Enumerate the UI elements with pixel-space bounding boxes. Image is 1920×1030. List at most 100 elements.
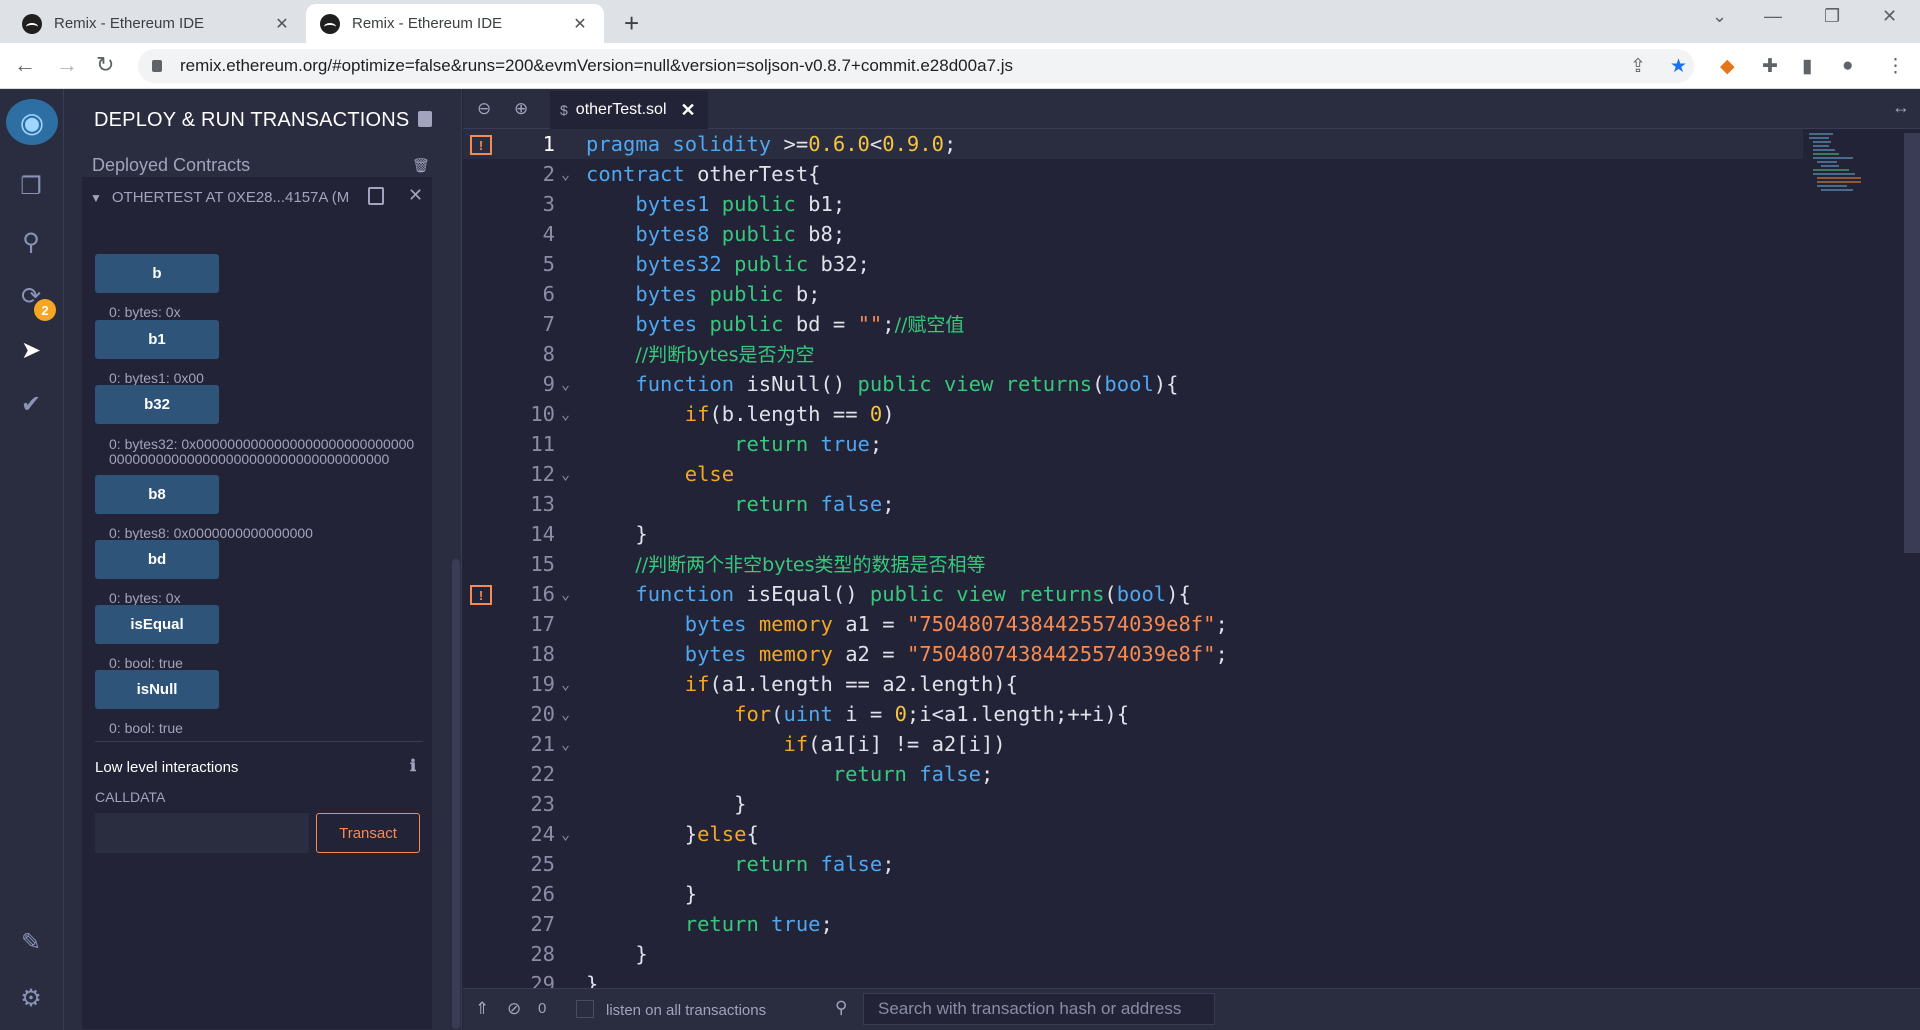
file-tab[interactable]: $ otherTest.sol ✕	[550, 91, 708, 129]
panel-title: DEPLOY & RUN TRANSACTIONS	[94, 109, 410, 131]
search-icon: ⚲	[835, 998, 848, 1017]
code-line: 11 return true;	[530, 432, 883, 456]
function-output: 0: bytes32: 0x00000000000000000000000000…	[109, 436, 415, 467]
tab-close-icon[interactable]: ✕	[570, 14, 590, 34]
warning-icon[interactable]: !	[470, 135, 492, 155]
function-button-b32[interactable]: b32	[95, 385, 219, 424]
forward-icon[interactable]: →	[56, 52, 78, 78]
remix-icon-panel: ◉ ❐ ⚲ ⟳ 2 ➤ ✔ ✎ ⚙	[0, 89, 64, 1030]
remix-favicon-icon	[320, 13, 340, 34]
back-icon[interactable]: ←	[14, 52, 36, 78]
function-output: 0: bool: true	[109, 655, 183, 671]
settings-gear-icon[interactable]: ⚙	[16, 983, 46, 1013]
code-minimap[interactable]	[1803, 129, 1920, 1005]
share-icon[interactable]: ⇪	[1630, 55, 1646, 78]
code-line: 19 ⌄ if(a1.length == a2.length){	[530, 672, 1018, 696]
code-line: 24 ⌄ }else{	[530, 822, 759, 846]
listen-checkbox[interactable]	[576, 1000, 594, 1018]
function-button-b[interactable]: b	[95, 254, 219, 293]
close-file-icon[interactable]: ✕	[681, 100, 696, 121]
documentation-icon[interactable]	[418, 111, 432, 127]
tab-close-icon[interactable]: ✕	[272, 14, 292, 34]
url-field[interactable]: remix.ethereum.org/#optimize=false&runs=…	[138, 49, 1694, 83]
minimap-line	[1809, 137, 1829, 139]
function-button-isEqual[interactable]: isEqual	[95, 605, 219, 644]
browser-tab-active[interactable]: Remix - Ethereum IDE ✕	[306, 4, 604, 43]
search-icon[interactable]: ⚲	[16, 227, 46, 257]
remix-logo-icon[interactable]: ◉	[6, 99, 58, 145]
expand-arrows-icon[interactable]: ↔	[1892, 97, 1910, 118]
file-tab-label: otherTest.sol	[575, 101, 667, 118]
reload-icon[interactable]: ↻	[96, 52, 114, 78]
code-line: 15 //判断两个非空bytes类型的数据是否相等	[530, 552, 986, 576]
metamask-fox-icon[interactable]: ◆	[1720, 55, 1735, 78]
function-button-bd[interactable]: bd	[95, 540, 219, 579]
function-output: 0: bool: true	[109, 720, 183, 736]
new-tab-button[interactable]: +	[624, 8, 639, 39]
clear-console-icon[interactable]: ⊘	[507, 999, 521, 1019]
calldata-label: CALLDATA	[95, 789, 166, 805]
minimap-line	[1813, 153, 1839, 155]
low-level-title: Low level interactions	[95, 759, 239, 776]
deploy-run-panel: DEPLOY & RUN TRANSACTIONS Deployed Contr…	[64, 89, 462, 1030]
lock-icon	[152, 60, 162, 72]
minimap-line	[1809, 133, 1833, 135]
instance-header[interactable]: ▼ OTHERTEST AT 0XE28...4157A (M	[90, 189, 349, 206]
minimap-line	[1813, 149, 1835, 151]
minimap-line	[1813, 157, 1853, 159]
editor-scrollbar[interactable]	[1904, 133, 1920, 553]
file-explorer-icon[interactable]: ❐	[16, 171, 46, 201]
code-line: 23 }	[530, 792, 747, 816]
transact-button[interactable]: Transact	[316, 813, 420, 853]
info-icon[interactable]: ℹ	[410, 756, 416, 776]
remove-instance-icon[interactable]: ✕	[408, 185, 423, 206]
tab-title: Remix - Ethereum IDE	[352, 15, 503, 32]
browser-tab[interactable]: Remix - Ethereum IDE ✕	[8, 4, 306, 43]
compiler-badge: 2	[34, 299, 56, 321]
code-line: 10 ⌄ if(b.length == 0)	[530, 402, 895, 426]
function-button-isNull[interactable]: isNull	[95, 670, 219, 709]
transaction-search-input[interactable]: Search with transaction hash or address	[863, 993, 1215, 1025]
code-line: 26 }	[530, 882, 698, 906]
warning-icon[interactable]: !	[470, 585, 492, 605]
minimize-icon[interactable]: —	[1764, 6, 1782, 27]
zoom-in-icon[interactable]: ⊕	[514, 99, 528, 119]
menu-dots-icon[interactable]: ⋮	[1886, 55, 1905, 78]
code-line: 12 ⌄ else	[530, 462, 735, 486]
editor-area: ⊖ ⊕ $ otherTest.sol ✕ ↔ 1 pragma solidity…	[463, 89, 1920, 1030]
minimap-line	[1817, 161, 1837, 163]
zoom-out-icon[interactable]: ⊖	[477, 99, 491, 119]
trash-icon[interactable]: 🗑	[412, 157, 430, 174]
window-close-icon[interactable]: ✕	[1882, 6, 1897, 27]
side-panel-icon[interactable]: ▮	[1802, 55, 1812, 78]
chevron-down-icon[interactable]: ▼	[90, 191, 102, 205]
divider	[95, 741, 423, 742]
deploy-run-icon[interactable]: ➤	[16, 335, 46, 365]
code-line: 1 pragma solidity >=0.6.0<0.9.0;	[463, 129, 1803, 159]
code-line: 6 bytes public b;	[542, 282, 821, 306]
minimap-line	[1817, 177, 1861, 179]
bookmark-star-icon[interactable]: ★	[1670, 55, 1687, 78]
tab-search-icon[interactable]: ⌄	[1712, 6, 1727, 27]
deployed-contracts-label: Deployed Contracts	[92, 155, 251, 175]
calldata-input[interactable]	[95, 813, 309, 853]
function-button-b1[interactable]: b1	[95, 320, 219, 359]
contract-instance: ▼ OTHERTEST AT 0XE28...4157A (M ✕ b 0: b…	[82, 177, 432, 1029]
code-line: 13 return false;	[530, 492, 895, 516]
minimap-line	[1817, 181, 1861, 183]
restore-icon[interactable]: ❐	[1824, 6, 1840, 27]
pending-tx-count: 0	[538, 1000, 547, 1017]
testing-check-icon[interactable]: ✔	[16, 389, 46, 419]
code-editor[interactable]: 1 pragma solidity >=0.6.0<0.9.0; 2 ⌄ contra…	[463, 129, 1803, 1005]
plugin-manager-icon[interactable]: ✎	[16, 927, 46, 957]
code-line: 20 ⌄ for(uint i = 0;i<a1.length;++i){	[530, 702, 1130, 726]
function-button-b8[interactable]: b8	[95, 475, 219, 514]
profile-avatar-icon[interactable]: ●	[1842, 55, 1853, 77]
copy-address-icon[interactable]	[368, 187, 384, 205]
extensions-puzzle-icon[interactable]: ✚	[1762, 55, 1778, 78]
code-line: 4 bytes8 public b8;	[542, 222, 846, 246]
side-panel-scrollbar[interactable]	[452, 559, 460, 1029]
code-line: 17 bytes memory a1 = "750480743844255740…	[530, 612, 1228, 636]
expand-terminal-icon[interactable]: ⇑	[475, 999, 489, 1019]
code-line: 2 ⌄ contract otherTest{	[542, 162, 821, 186]
